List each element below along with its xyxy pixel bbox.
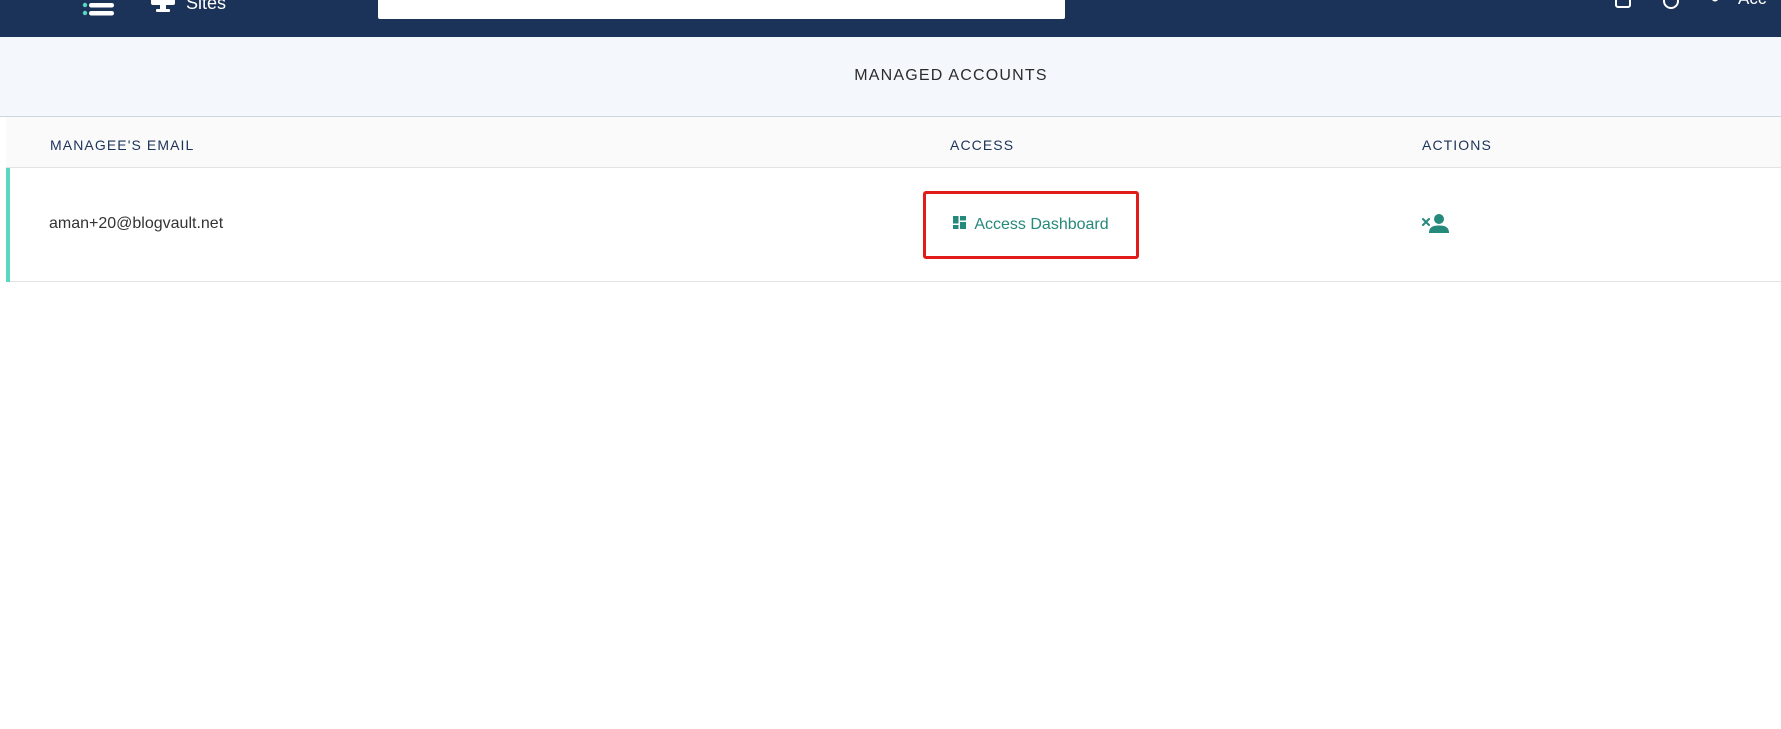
- table-header: MANAGEE'S EMAIL ACCESS ACTIONS: [6, 117, 1781, 168]
- user-icon[interactable]: [1708, 0, 1722, 15]
- sites-nav-label: Sites: [186, 0, 227, 13]
- sites-nav-button[interactable]: Sites: [150, 0, 226, 16]
- managee-email: aman+20@blogvault.net: [49, 215, 224, 232]
- monitor-icon: [150, 0, 176, 18]
- dashboard-icon: [953, 216, 967, 234]
- remove-user-icon[interactable]: [1422, 213, 1450, 235]
- row-marker: [6, 168, 10, 282]
- column-header-actions: ACTIONS: [1422, 137, 1492, 153]
- table-row: aman+20@blogvault.net Access Dashboard: [6, 168, 1781, 282]
- column-header-email: MANAGEE'S EMAIL: [50, 137, 195, 153]
- notification-icon[interactable]: [1614, 0, 1632, 15]
- help-icon[interactable]: [1662, 0, 1680, 15]
- top-nav-bar: Sites Acc: [0, 0, 1781, 37]
- access-dashboard-label: Access Dashboard: [974, 216, 1109, 233]
- page-title: MANAGED ACCOUNTS: [854, 67, 1048, 84]
- access-dashboard-link[interactable]: Access Dashboard: [923, 191, 1139, 259]
- account-menu-label[interactable]: Acc: [1738, 0, 1766, 9]
- search-input[interactable]: [378, 0, 1065, 19]
- section-header: MANAGED ACCOUNTS: [0, 37, 1781, 117]
- menu-list-icon[interactable]: [82, 0, 116, 18]
- column-header-access: ACCESS: [950, 137, 1015, 153]
